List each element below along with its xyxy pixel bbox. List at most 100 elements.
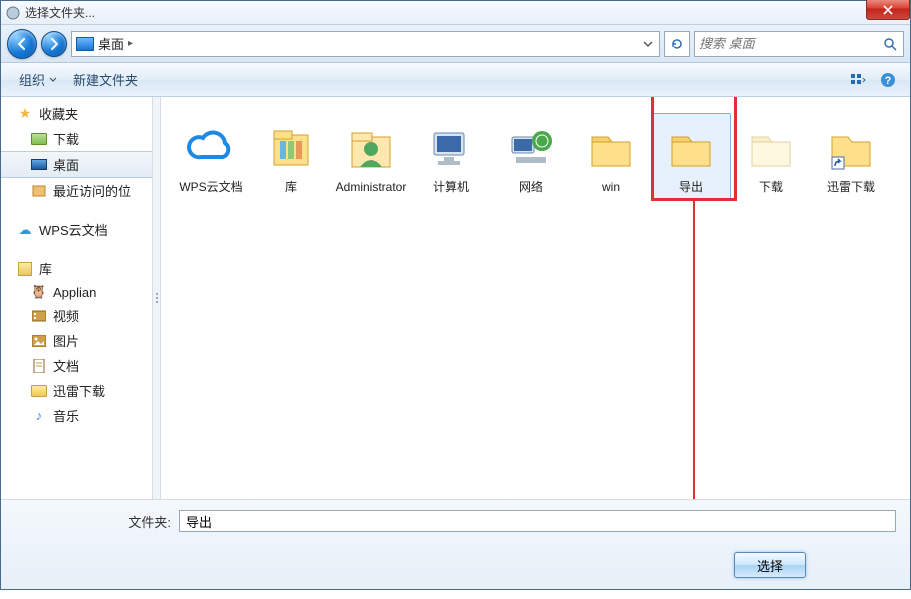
grid-item[interactable]: 计算机 <box>411 113 491 201</box>
item-thumb <box>663 120 719 176</box>
item-thumb <box>423 120 479 176</box>
item-thumb <box>503 120 559 176</box>
folder-path-input[interactable] <box>179 510 896 532</box>
sidebar-item-label: 下载 <box>53 129 79 148</box>
toolbar: 组织 新建文件夹 ? <box>1 63 910 97</box>
chevron-down-icon <box>49 76 57 84</box>
sidebar-item-xunlei[interactable]: 迅雷下载 <box>1 378 152 403</box>
item-label: WPS云文档 <box>179 180 242 194</box>
recent-icon <box>31 183 47 199</box>
view-options-button[interactable] <box>846 69 870 91</box>
item-label: 计算机 <box>433 180 469 194</box>
grid-item[interactable]: 导出 <box>651 113 731 201</box>
sidebar-item-label: 库 <box>39 259 52 278</box>
sidebar-item-label: WPS云文档 <box>39 220 108 239</box>
button-row: 选择 <box>15 552 896 578</box>
help-button[interactable]: ? <box>876 69 900 91</box>
grid-item[interactable]: 迅雷下载 <box>811 113 891 201</box>
item-label: 下载 <box>759 180 783 194</box>
grid-item[interactable]: 下载 <box>731 113 811 201</box>
search-icon[interactable] <box>881 35 899 53</box>
grid-item[interactable]: Administrator <box>331 113 411 201</box>
titlebar: 选择文件夹... <box>1 1 910 25</box>
cloud-icon: ☁ <box>17 222 33 238</box>
sidebar-cloud-group: ☁ WPS云文档 <box>1 217 152 242</box>
item-thumb <box>583 120 639 176</box>
item-thumb <box>823 120 879 176</box>
sidebar-item-label: 视频 <box>53 306 79 325</box>
sidebar-item-label: Applian <box>53 285 96 300</box>
grid-item[interactable]: 网络 <box>491 113 571 201</box>
sidebar-item-label: 迅雷下载 <box>53 381 105 400</box>
download-icon <box>31 131 47 147</box>
sidebar-item-pictures[interactable]: 图片 <box>1 328 152 353</box>
nav-forward-button[interactable] <box>41 31 67 57</box>
breadcrumb-chevron-icon[interactable]: ▸ <box>128 38 133 49</box>
sidebar-item-label: 文档 <box>53 356 79 375</box>
select-button[interactable]: 选择 <box>734 552 806 578</box>
grid-item[interactable]: win <box>571 113 651 201</box>
item-grid: WPS云文档 库 Administrator 计算机 网络 win 导出 下载 迅雷下载 <box>171 113 900 201</box>
xunlei-icon <box>31 383 47 399</box>
sidebar-favorites-label: 收藏夹 <box>39 104 78 123</box>
item-thumb <box>343 120 399 176</box>
search-input[interactable] <box>699 36 881 51</box>
grid-item[interactable]: 库 <box>251 113 331 201</box>
app-icon: 🦉 <box>31 284 47 300</box>
item-label: win <box>602 180 620 194</box>
splitter[interactable] <box>153 97 161 499</box>
bottom-panel: 文件夹: 选择 <box>1 499 910 589</box>
grid-item[interactable]: WPS云文档 <box>171 113 251 201</box>
document-icon <box>31 358 47 374</box>
sidebar-favorites-group: ★ 收藏夹 下载 桌面 最近访问的位 <box>1 101 152 203</box>
sidebar-item-music[interactable]: ♪ 音乐 <box>1 403 152 428</box>
breadcrumb-location[interactable]: 桌面 <box>98 34 124 53</box>
picture-icon <box>31 333 47 349</box>
sidebar-item-label: 桌面 <box>53 155 79 174</box>
sidebar-libraries[interactable]: 库 <box>1 256 152 281</box>
star-icon: ★ <box>17 106 33 122</box>
item-thumb <box>183 120 239 176</box>
organize-label: 组织 <box>19 70 45 89</box>
folder-picker-window: 选择文件夹... 桌面 ▸ <box>0 0 911 590</box>
search-box[interactable] <box>694 31 904 57</box>
desktop-icon <box>31 157 47 173</box>
item-thumb <box>263 120 319 176</box>
new-folder-button[interactable]: 新建文件夹 <box>65 66 146 93</box>
sidebar: ★ 收藏夹 下载 桌面 最近访问的位 ☁ <box>1 97 153 499</box>
app-icon <box>5 5 21 21</box>
item-thumb <box>743 120 799 176</box>
new-folder-label: 新建文件夹 <box>73 70 138 89</box>
body: ★ 收藏夹 下载 桌面 最近访问的位 ☁ <box>1 97 910 499</box>
annotation-line <box>693 201 695 499</box>
item-label: 库 <box>285 180 297 194</box>
item-label: 迅雷下载 <box>827 180 875 194</box>
item-label: 导出 <box>679 180 703 194</box>
sidebar-item-desktop[interactable]: 桌面 <box>1 151 152 178</box>
folder-path-row: 文件夹: <box>15 510 896 532</box>
sidebar-wps-cloud[interactable]: ☁ WPS云文档 <box>1 217 152 242</box>
organize-menu[interactable]: 组织 <box>11 66 65 93</box>
nav-back-button[interactable] <box>7 29 37 59</box>
sidebar-item-downloads[interactable]: 下载 <box>1 126 152 151</box>
select-button-label: 选择 <box>757 556 783 575</box>
video-icon <box>31 308 47 324</box>
svg-text:?: ? <box>885 75 892 87</box>
close-button[interactable] <box>866 0 910 20</box>
breadcrumb[interactable]: 桌面 ▸ <box>71 31 660 57</box>
sidebar-item-applian[interactable]: 🦉 Applian <box>1 281 152 303</box>
sidebar-item-recent[interactable]: 最近访问的位 <box>1 178 152 203</box>
sidebar-item-documents[interactable]: 文档 <box>1 353 152 378</box>
navigation-bar: 桌面 ▸ <box>1 25 910 63</box>
content-area[interactable]: WPS云文档 库 Administrator 计算机 网络 win 导出 下载 迅雷下载 <box>161 97 910 499</box>
folder-label: 文件夹: <box>115 512 171 531</box>
sidebar-libraries-group: 库 🦉 Applian 视频 图片 文档 <box>1 256 152 428</box>
breadcrumb-dropdown-button[interactable] <box>639 34 657 54</box>
sidebar-favorites[interactable]: ★ 收藏夹 <box>1 101 152 126</box>
desktop-icon <box>76 37 94 51</box>
sidebar-item-videos[interactable]: 视频 <box>1 303 152 328</box>
library-icon <box>17 261 33 277</box>
sidebar-item-label: 最近访问的位 <box>53 181 131 200</box>
window-title: 选择文件夹... <box>25 4 95 21</box>
refresh-button[interactable] <box>664 31 690 57</box>
